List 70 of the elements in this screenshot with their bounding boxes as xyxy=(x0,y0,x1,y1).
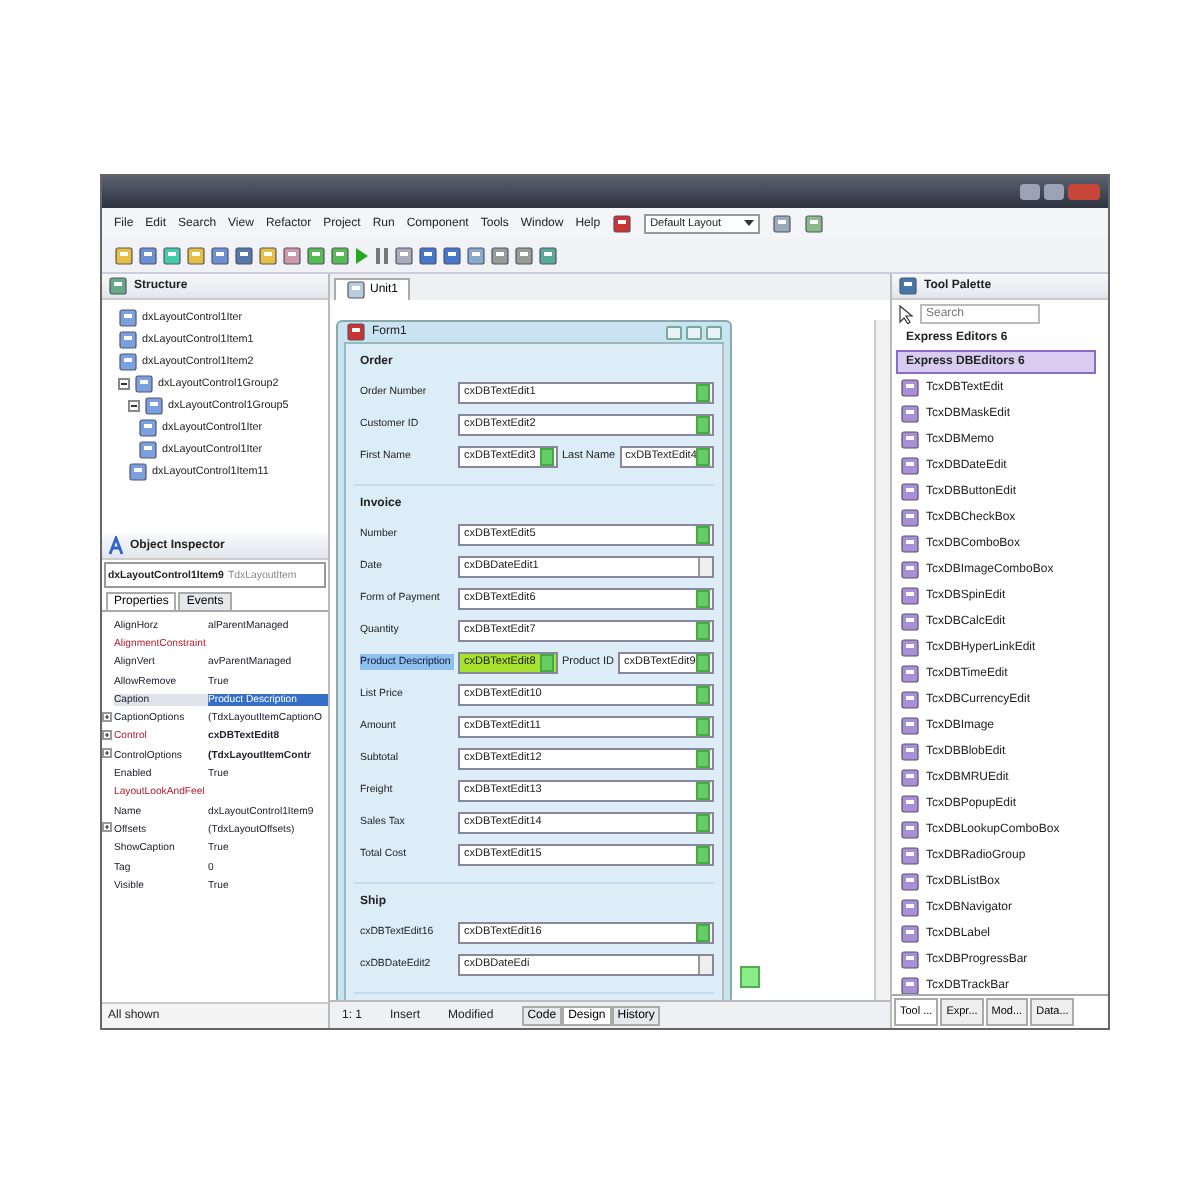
toolbar-icon[interactable] xyxy=(258,245,278,265)
component-icon[interactable] xyxy=(900,845,920,865)
component-icon[interactable] xyxy=(900,585,920,605)
component-icon[interactable] xyxy=(900,611,920,631)
pointer-icon[interactable] xyxy=(898,303,914,323)
component-icon[interactable] xyxy=(900,715,920,735)
toolbar-icon[interactable] xyxy=(466,245,486,265)
component-icon[interactable] xyxy=(900,689,920,709)
toolbar-icon[interactable] xyxy=(210,245,230,265)
component-icon[interactable] xyxy=(900,767,920,787)
component-icon[interactable] xyxy=(900,793,920,813)
toolbar-icon[interactable] xyxy=(442,245,462,265)
toolbar-icon[interactable] xyxy=(186,245,206,265)
layout-item-icon[interactable] xyxy=(134,373,154,393)
component-icon[interactable] xyxy=(900,741,920,761)
pause-icon[interactable] xyxy=(374,245,390,265)
toolbar-icon[interactable] xyxy=(418,245,438,265)
structure-icon[interactable] xyxy=(108,276,128,296)
component-icon[interactable] xyxy=(900,533,920,553)
component-icon[interactable] xyxy=(900,949,920,969)
save-layout-icon[interactable] xyxy=(772,213,793,233)
layout-item-icon[interactable] xyxy=(118,351,138,371)
expand-icon[interactable] xyxy=(102,748,112,759)
component-icon[interactable] xyxy=(900,923,920,943)
palette-icon[interactable] xyxy=(898,276,918,296)
form-icon[interactable] xyxy=(346,322,366,342)
toolbar-icon[interactable] xyxy=(234,245,254,265)
toolbar-icon[interactable] xyxy=(538,245,558,265)
maximize-button[interactable] xyxy=(1044,184,1064,200)
layout-options-icon[interactable] xyxy=(804,213,825,233)
layout-item-icon[interactable] xyxy=(138,439,158,459)
unit-icon[interactable] xyxy=(346,280,366,300)
component-icon[interactable] xyxy=(900,377,920,397)
toolbar-icon[interactable] xyxy=(330,245,350,265)
component-icon[interactable] xyxy=(900,637,920,657)
toolbar-icon[interactable] xyxy=(282,245,302,265)
minimize-button[interactable] xyxy=(1020,184,1040,200)
expand-icon[interactable] xyxy=(102,729,112,740)
component-icon[interactable] xyxy=(900,663,920,683)
component-icon[interactable] xyxy=(900,819,920,839)
field-indicator-icon xyxy=(740,966,760,988)
toolbar-icon[interactable] xyxy=(394,245,414,265)
component-icon[interactable] xyxy=(900,871,920,891)
layout-item-icon[interactable] xyxy=(118,329,138,349)
toolbar-icon[interactable] xyxy=(490,245,510,265)
expand-icon[interactable] xyxy=(102,711,112,722)
expand-icon[interactable] xyxy=(102,822,112,833)
toolbar-icon[interactable] xyxy=(162,245,182,265)
component-icon[interactable] xyxy=(900,403,920,423)
collapse-toggle-icon[interactable] xyxy=(118,377,130,389)
toolbar-icon[interactable] xyxy=(306,245,326,265)
component-icon[interactable] xyxy=(900,975,920,994)
layout-item-icon[interactable] xyxy=(144,395,164,415)
layout-item-icon[interactable] xyxy=(128,461,148,481)
toolbar-icon[interactable] xyxy=(138,245,158,265)
component-icon[interactable] xyxy=(900,897,920,917)
component-icon[interactable] xyxy=(900,559,920,579)
component-icon[interactable] xyxy=(900,481,920,501)
inspector-icon xyxy=(108,536,124,556)
component-icon[interactable] xyxy=(900,455,920,475)
layout-item-icon[interactable] xyxy=(118,307,138,327)
layout-icon[interactable] xyxy=(612,213,633,233)
collapse-toggle-icon[interactable] xyxy=(128,399,140,411)
component-icon[interactable] xyxy=(900,507,920,527)
component-icon[interactable] xyxy=(900,429,920,449)
run-icon[interactable] xyxy=(354,245,370,265)
layout-item-icon[interactable] xyxy=(138,417,158,437)
toolbar-icon[interactable] xyxy=(114,245,134,265)
caret-icon xyxy=(744,219,755,227)
toolbar-icon[interactable] xyxy=(514,245,534,265)
